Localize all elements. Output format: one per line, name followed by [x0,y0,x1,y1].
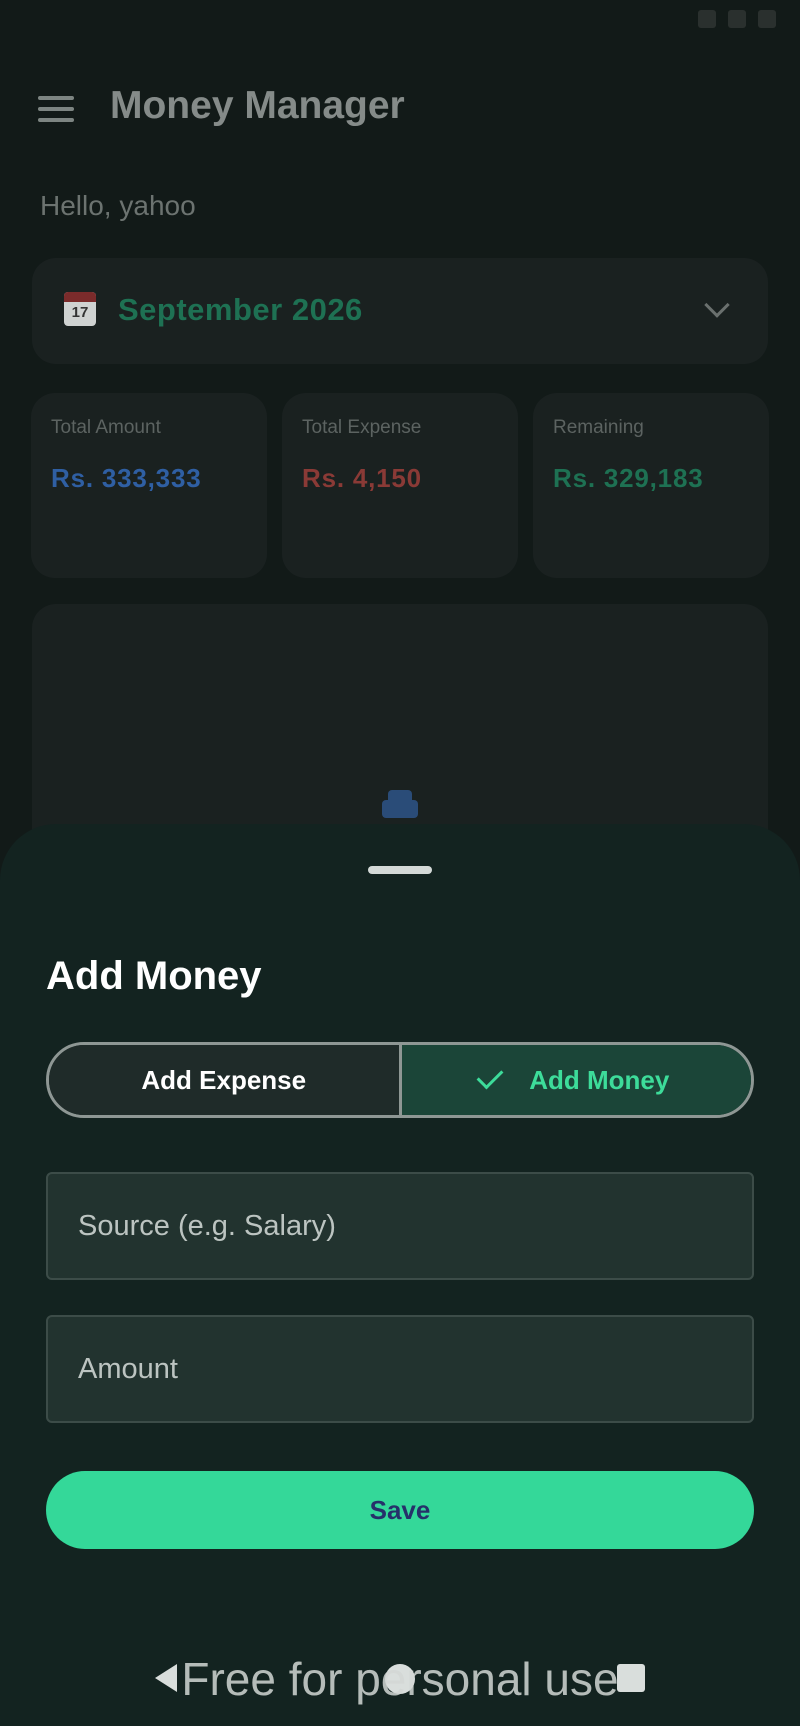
car-icon [382,790,418,818]
summary-value: Rs. 333,333 [51,463,202,493]
summary-label: Remaining [553,417,644,438]
total-amount-card: Total Amount Rs. 333,333 [31,393,267,578]
add-expense-label: Add Expense [141,1064,307,1095]
save-button[interactable]: Save [46,1471,754,1549]
month-label: September 2026 [118,292,363,327]
status-bar [0,0,800,44]
source-input[interactable] [48,1174,752,1278]
sheet-title: Add Money [46,954,262,998]
total-expense-card: Total Expense Rs. 4,150 [282,393,518,578]
type-toggle: Add Expense Add Money [46,1042,754,1118]
add-money-toggle[interactable]: Add Money [401,1045,751,1115]
amount-field[interactable] [46,1315,754,1423]
add-money-label: Add Money [529,1064,670,1095]
source-field[interactable] [46,1172,754,1280]
add-expense-toggle[interactable]: Add Expense [49,1045,402,1115]
greeting-text: Hello, yahoo [40,190,196,221]
summary-value: Rs. 329,183 [553,463,704,493]
status-icons [698,10,776,28]
check-icon [476,1062,504,1090]
watermark-text: Free for personal use [181,1653,619,1705]
signal-icon [728,10,746,28]
menu-icon[interactable] [38,96,74,122]
app-screen: Money Manager Hello, yahoo 17 September … [0,0,800,1726]
battery-icon [758,10,776,28]
chevron-down-icon[interactable] [704,292,730,318]
summary-value: Rs. 4,150 [302,463,422,493]
remaining-card: Remaining Rs. 329,183 [533,393,769,578]
drag-handle[interactable] [368,866,432,874]
wifi-icon [698,10,716,28]
app-title: Money Manager [110,84,405,127]
month-selector[interactable]: 17 September 2026 [32,258,768,364]
summary-label: Total Amount [51,417,161,438]
amount-input[interactable] [48,1317,752,1421]
add-money-sheet: Add Money Add Expense Add Money Save [0,824,800,1726]
summary-label: Total Expense [302,417,422,438]
calendar-icon: 17 [64,292,96,326]
